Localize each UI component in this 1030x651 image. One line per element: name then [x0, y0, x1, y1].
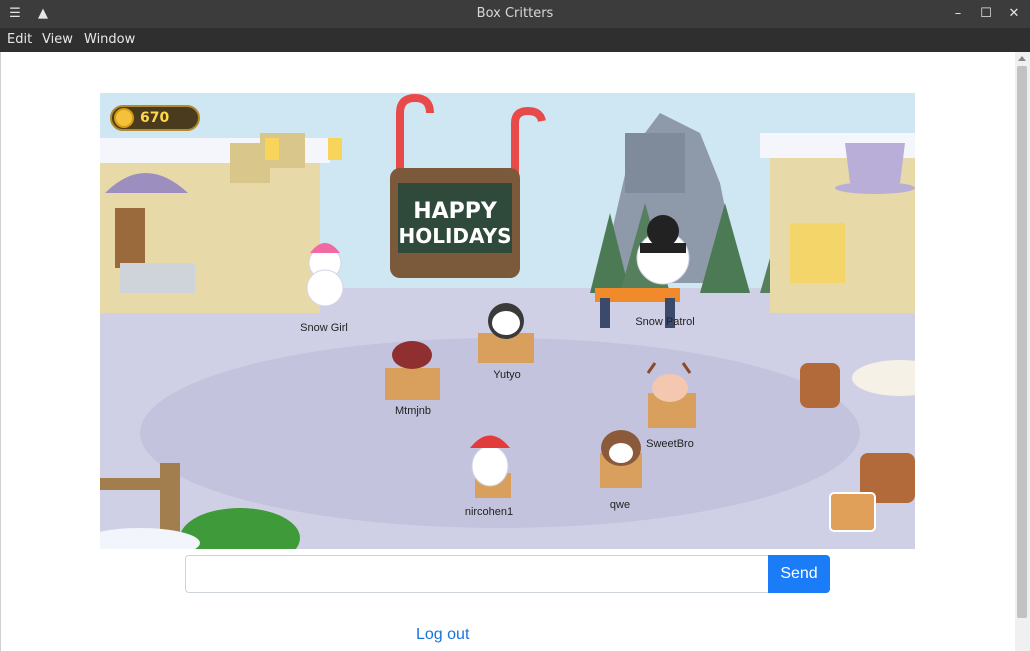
menu-edit[interactable]: Edit	[7, 32, 32, 47]
nametag-mtmjnb[interactable]: Mtmjnb	[353, 405, 473, 417]
game-canvas[interactable]: HAPPY HOLIDAYS 670 Snow Girl Snow Patrol…	[100, 93, 915, 549]
title-bar: ☰ ▲ Box Critters – ☐ ✕	[0, 0, 1030, 28]
nametag-qwe[interactable]: qwe	[560, 499, 680, 511]
logout-link[interactable]: Log out	[416, 626, 469, 644]
close-icon[interactable]: ✕	[1004, 4, 1024, 24]
menu-window[interactable]: Window	[84, 32, 135, 47]
window-title: Box Critters	[476, 6, 554, 21]
coin-icon	[114, 108, 134, 128]
coin-count: 670	[140, 110, 170, 126]
scroll-up-arrow-icon[interactable]	[1018, 56, 1026, 61]
sign-line-2: HOLIDAYS	[399, 224, 512, 248]
menu-bar: Edit View Window	[0, 28, 1030, 52]
nametag-sweetbro[interactable]: SweetBro	[610, 438, 730, 450]
minimize-icon[interactable]: –	[948, 4, 968, 24]
chat-input[interactable]	[185, 555, 769, 593]
coin-counter: 670	[110, 105, 200, 131]
maximize-icon[interactable]: ☐	[976, 4, 996, 24]
nametag-nircohen1[interactable]: nircohen1	[429, 506, 549, 518]
vertical-scrollbar[interactable]	[1015, 52, 1030, 651]
send-button[interactable]: Send	[768, 555, 830, 593]
sign-line-1: HAPPY	[413, 199, 498, 224]
scroll-thumb[interactable]	[1017, 66, 1027, 618]
game-scene: HAPPY HOLIDAYS	[100, 93, 915, 549]
menu-view[interactable]: View	[42, 32, 73, 47]
nametag-snow-girl[interactable]: Snow Girl	[264, 322, 384, 334]
nametag-yutyo[interactable]: Yutyo	[447, 369, 567, 381]
nametag-snow-patrol[interactable]: Snow Patrol	[605, 316, 725, 328]
